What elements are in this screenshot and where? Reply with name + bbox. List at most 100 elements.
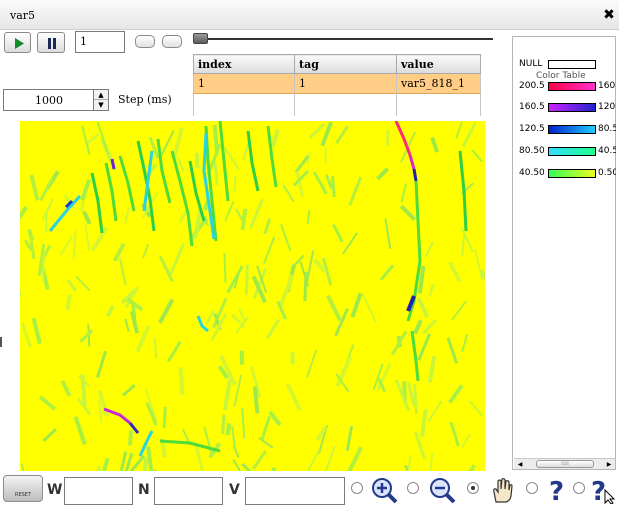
reset-button[interactable]: RESET	[3, 475, 43, 502]
v-label: V	[229, 482, 240, 498]
spin-down-icon[interactable]: ▼	[94, 100, 108, 110]
zoom-in-icon[interactable]	[370, 476, 398, 504]
raster-stream-cell	[335, 356, 353, 388]
table-row[interactable]: 1 1 var5_818_1	[193, 73, 481, 94]
legend-scroll-thumb[interactable]: IIII	[536, 460, 594, 468]
timeline-slider-thumb[interactable]	[193, 33, 208, 44]
raster-stream-cell	[224, 201, 235, 222]
scroll-left-icon[interactable]: ◀	[515, 460, 525, 469]
zoom-in-radio[interactable]	[351, 482, 363, 494]
pan-radio[interactable]	[467, 482, 479, 494]
raster-stream-cell	[312, 171, 328, 195]
legend-row: 160.5 120	[519, 102, 619, 114]
legend-high-value: 120	[598, 102, 616, 112]
raster-map[interactable]	[20, 121, 485, 471]
raster-stream-cell	[233, 374, 243, 407]
legend-low-value: NULL	[519, 59, 543, 69]
table-cell: 1	[193, 73, 295, 94]
raster-stream-cell	[429, 452, 434, 471]
raster-stream-cell	[282, 184, 295, 203]
raster-stream-cell	[295, 170, 304, 198]
raster-stream-cell	[280, 224, 292, 252]
raster-stream-cell	[324, 174, 334, 190]
legend-row: NULL	[519, 59, 619, 71]
legend-row: 40.50 0.50	[519, 168, 619, 180]
raster-stream-cell	[266, 318, 281, 339]
raster-main-channel	[90, 172, 104, 234]
raster-stream-cell	[332, 223, 344, 243]
column-header-tag[interactable]: tag	[294, 54, 397, 74]
w-field[interactable]	[64, 477, 133, 505]
table-cell: 1	[294, 73, 397, 94]
raster-stream-cell	[240, 208, 248, 231]
raster-stream-cell	[446, 337, 459, 364]
raster-stream-cell	[427, 400, 443, 423]
zoom-out-icon[interactable]	[428, 476, 456, 504]
zoom-out-radio[interactable]	[407, 482, 419, 494]
help-cursor-icon[interactable]: ?	[589, 476, 617, 507]
column-header-value[interactable]: value	[396, 54, 481, 74]
close-icon[interactable]: ✖	[601, 7, 617, 23]
raster-stream-cell	[252, 450, 267, 470]
raster-stream-cell	[468, 399, 483, 417]
legend-high-value: 80.5	[598, 124, 616, 134]
raster-stream-cell	[306, 349, 318, 378]
step-number-input[interactable]: 1	[75, 31, 125, 53]
raster-stream-cell	[96, 121, 109, 155]
legend-swatch	[548, 103, 596, 112]
raster-stream-cell	[294, 154, 310, 174]
raster-stream-cell	[80, 178, 91, 201]
timeline-slider[interactable]	[195, 38, 493, 40]
step-forward-button[interactable]	[162, 35, 182, 48]
raster-stream-cell	[384, 218, 392, 250]
help-radio[interactable]	[526, 482, 538, 494]
raster-stream-cell	[474, 249, 483, 280]
raster-stream-cell	[84, 224, 91, 251]
legend-scrollbar[interactable]: ◀ IIII ▶	[514, 458, 615, 469]
raster-stream-cell	[260, 415, 271, 440]
help-icon[interactable]: ?	[544, 476, 572, 507]
scroll-right-icon[interactable]: ▶	[604, 460, 614, 469]
raster-stream-cell	[79, 329, 94, 343]
raster-stream-cell	[98, 399, 103, 423]
raster-stream-cell	[417, 333, 432, 361]
raster-stream-cell	[119, 451, 128, 471]
raster-stream-cell	[31, 317, 42, 345]
raster-stream-cell	[461, 122, 477, 148]
raster-stream-cell	[225, 423, 232, 436]
raster-stream-cell	[239, 350, 245, 365]
legend-low-value: 200.5	[519, 81, 545, 91]
play-button[interactable]	[4, 32, 31, 53]
raster-stream-cell	[479, 269, 485, 282]
n-field[interactable]	[154, 477, 223, 505]
raster-stream-cell	[112, 242, 126, 262]
raster-stream-cell	[153, 337, 158, 359]
legend-swatch	[548, 60, 596, 69]
raster-stream-cell	[326, 294, 342, 322]
raster-stream-cell	[307, 449, 321, 471]
legend-swatch	[548, 169, 596, 178]
raster-stream-cell	[324, 445, 336, 471]
raster-main-channel	[218, 121, 230, 202]
raster-stream-cell	[278, 274, 295, 308]
raster-stream-cell	[105, 304, 115, 318]
raster-stream-cell	[241, 407, 246, 439]
raster-main-channel	[103, 407, 131, 425]
v-field[interactable]	[245, 477, 345, 505]
step-delay-input[interactable]: 1000	[3, 89, 95, 111]
step-back-button[interactable]	[135, 35, 155, 48]
raster-stream-cell	[416, 296, 430, 318]
delay-spinner[interactable]: ▲ ▼	[93, 89, 109, 111]
pause-button[interactable]	[37, 32, 65, 53]
help-cursor-radio[interactable]	[573, 482, 585, 494]
spin-up-icon[interactable]: ▲	[94, 90, 108, 100]
raster-stream-cell	[461, 433, 472, 449]
table-cell: var5_818_1	[396, 73, 481, 94]
raster-stream-cell	[121, 383, 136, 397]
raster-stream-cell	[60, 380, 72, 397]
hand-pan-icon[interactable]	[488, 476, 516, 504]
column-header-index[interactable]: index	[193, 54, 295, 74]
raster-stream-cell	[66, 278, 77, 293]
raster-stream-cell	[129, 310, 140, 334]
raster-stream-cell	[385, 129, 390, 147]
